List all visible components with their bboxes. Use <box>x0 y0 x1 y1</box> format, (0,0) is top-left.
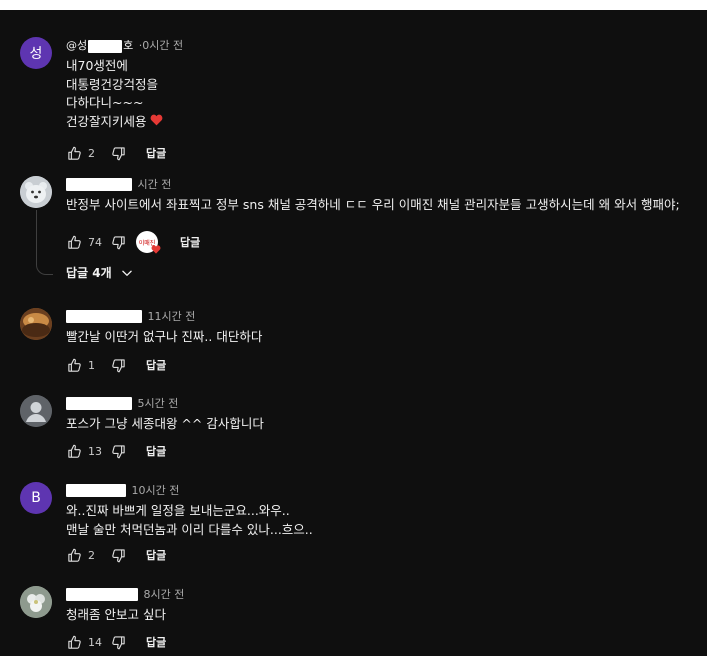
comment-timestamp[interactable]: 11시간 전 <box>148 310 196 323</box>
comments-panel: 성 @성 호 ·0시간 전 내70생전에 대통령건강걱정을 다하다니~~~ 건강잘… <box>0 10 707 656</box>
author-redaction[interactable] <box>66 587 138 601</box>
comment-meta: 8시간 전 <box>66 586 184 604</box>
comment-meta: 시간 전 <box>66 176 171 194</box>
author-redaction <box>88 39 123 53</box>
comment-text: 빨간날 이딴거 없구나 진짜.. 대단하다 <box>66 329 263 344</box>
thread-connector <box>36 210 53 275</box>
comment-actions: 2 답글 <box>66 545 166 565</box>
comment-actions: 1 답글 <box>66 355 166 375</box>
author-redaction[interactable] <box>66 483 126 497</box>
comment-actions: 14 답글 <box>66 632 166 652</box>
avatar-letter: 성 <box>29 46 43 62</box>
reply-button[interactable]: 답글 <box>146 357 166 373</box>
replies-count-label: 답글 4개 <box>66 266 112 280</box>
like-count: 13 <box>88 444 102 458</box>
comment-meta: 10시간 전 <box>66 482 179 500</box>
author-redaction[interactable] <box>66 309 142 323</box>
reply-button[interactable]: 답글 <box>146 443 166 459</box>
thumb-down-icon[interactable] <box>110 234 126 250</box>
reply-button[interactable]: 답글 <box>146 547 166 563</box>
like-count: 1 <box>88 358 95 372</box>
author-name[interactable]: @성 호 <box>66 39 137 53</box>
thumb-up-icon[interactable] <box>66 547 82 563</box>
thumb-down-icon[interactable] <box>110 443 126 459</box>
like-count: 14 <box>88 635 102 649</box>
comment-timestamp[interactable]: ·0시간 전 <box>139 39 183 52</box>
comment-timestamp[interactable]: 5시간 전 <box>138 397 179 410</box>
thumb-down-icon[interactable] <box>110 145 126 161</box>
reply-button[interactable]: 답글 <box>180 234 200 250</box>
reply-button[interactable]: 답글 <box>146 634 166 650</box>
author-redaction[interactable] <box>66 177 132 191</box>
comment-actions: 13 답글 <box>66 441 166 461</box>
person-icon <box>20 395 52 427</box>
like-count: 74 <box>88 235 102 249</box>
reply-button[interactable]: 답글 <box>146 145 166 161</box>
comment-timestamp[interactable]: 시간 전 <box>138 178 172 191</box>
comment-meta: 11시간 전 <box>66 308 195 326</box>
heart-icon <box>150 114 163 129</box>
avatar[interactable]: B <box>20 482 52 514</box>
thumb-down-icon[interactable] <box>110 547 126 563</box>
avatar[interactable] <box>20 308 52 340</box>
chevron-down-icon <box>121 270 132 276</box>
heart-icon <box>151 245 161 256</box>
bear-avatar-icon <box>20 176 52 208</box>
thumb-up-icon[interactable] <box>66 443 82 459</box>
replies-toggle[interactable]: 답글 4개 <box>66 264 134 281</box>
comment-actions: 74 이매진 답글 <box>66 231 200 256</box>
avatar[interactable] <box>20 395 52 427</box>
thumb-up-icon[interactable] <box>66 234 82 250</box>
like-count: 2 <box>88 146 95 160</box>
flower-avatar-icon <box>20 586 52 618</box>
comment-meta: 5시간 전 <box>66 395 178 413</box>
comment-meta: @성 호 ·0시간 전 <box>66 37 183 55</box>
thumb-down-icon[interactable] <box>110 634 126 650</box>
comment-actions: 2 답글 <box>66 143 166 163</box>
comment-text: 반정부 사이트에서 좌표찍고 정부 sns 채널 공격하네 ㄷㄷ 우리 이매진 … <box>66 197 680 212</box>
thumb-up-icon[interactable] <box>66 357 82 373</box>
avatar-letter: B <box>31 490 41 506</box>
comment-timestamp[interactable]: 10시간 전 <box>132 484 180 497</box>
comment-text: 청래좀 안보고 싶다 <box>66 607 166 622</box>
thumb-up-icon[interactable] <box>66 634 82 650</box>
avatar[interactable]: 성 <box>20 37 52 69</box>
thumb-up-icon[interactable] <box>66 145 82 161</box>
avatar[interactable] <box>20 586 52 618</box>
comment-text: 와..진짜 바쁘게 일정을 보내는군요...와우.. 맨날 술만 처먹던놈과 이… <box>66 503 313 537</box>
comment-text: 포스가 그냥 세종대왕 ^^ 감사합니다 <box>66 416 264 431</box>
author-redaction[interactable] <box>66 396 132 410</box>
avatar[interactable] <box>20 176 52 208</box>
thumb-down-icon[interactable] <box>110 357 126 373</box>
comment-timestamp[interactable]: 8시간 전 <box>144 588 185 601</box>
creator-heart-badge: 이매진 <box>136 231 161 256</box>
comment-text: 내70생전에 대통령건강걱정을 다하다니~~~ 건강잘지키세용 <box>66 57 163 131</box>
like-count: 2 <box>88 548 95 562</box>
photo-avatar-icon <box>20 308 52 340</box>
